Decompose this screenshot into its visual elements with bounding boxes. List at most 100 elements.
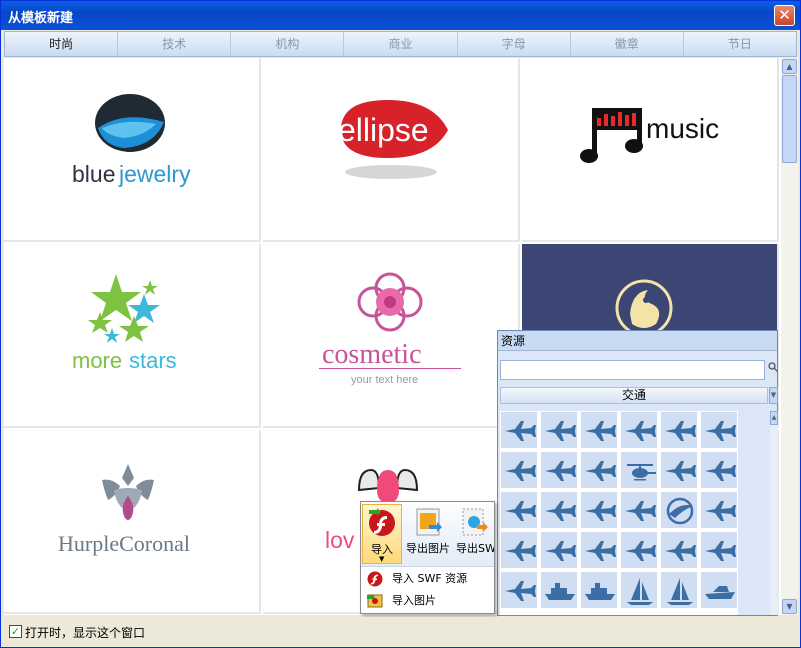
- category-tabs: 时尚 技术 机构 商业 字母 徽章 节日: [4, 31, 797, 57]
- resource-item[interactable]: [620, 571, 658, 609]
- airplane-icon: [705, 541, 736, 561]
- window-title: 从模板新建: [8, 11, 74, 26]
- cosmetic-text: cosmetic: [322, 339, 422, 370]
- resource-item[interactable]: [620, 531, 658, 569]
- resource-item[interactable]: [700, 491, 738, 529]
- tab-organization[interactable]: 机构: [231, 32, 345, 56]
- airplane-icon: [545, 461, 576, 481]
- resource-item[interactable]: [580, 571, 618, 609]
- tab-letters[interactable]: 字母: [458, 32, 571, 56]
- export-swf-button[interactable]: 导出SWF: [454, 504, 494, 564]
- resource-item[interactable]: [540, 491, 578, 529]
- template-ellipse[interactable]: ellipse: [263, 58, 520, 242]
- resource-category-select[interactable]: 交通: [500, 387, 768, 404]
- airline-logo-icon: [666, 497, 694, 525]
- airplane-icon: [705, 501, 736, 521]
- resource-item[interactable]: [620, 451, 658, 489]
- resource-item[interactable]: [620, 491, 658, 529]
- airplane-icon: [625, 501, 656, 521]
- resource-item[interactable]: [580, 451, 618, 489]
- hurplecoronal-logo: HurpleCoronal: [58, 464, 190, 556]
- airplane-icon: [585, 501, 616, 521]
- resource-item[interactable]: [660, 411, 698, 449]
- resource-item[interactable]: [500, 451, 538, 489]
- airplane-icon: [585, 461, 616, 481]
- airplane-icon: [505, 421, 536, 441]
- bluejewelry-text-jewelry: jewelry: [118, 161, 191, 187]
- close-button[interactable]: ✕: [774, 5, 795, 26]
- resource-search-input[interactable]: [500, 360, 765, 380]
- popup-toolbar: 导入 ▼ 导出图片 导出SWF: [361, 502, 494, 567]
- airplane-icon: [545, 421, 576, 441]
- import-popup: 导入 ▼ 导出图片 导出SWF: [360, 501, 495, 614]
- resource-item[interactable]: [700, 571, 738, 609]
- template-morestars[interactable]: more stars: [4, 244, 261, 428]
- tab-technology[interactable]: 技术: [118, 32, 232, 56]
- scroll-thumb[interactable]: [782, 75, 797, 163]
- tab-badges[interactable]: 徽章: [571, 32, 684, 56]
- resource-item[interactable]: [580, 531, 618, 569]
- resource-item[interactable]: [700, 451, 738, 489]
- cosmetic-tagline: your text here: [351, 374, 418, 386]
- show-on-open-checkbox[interactable]: ✓: [9, 625, 22, 638]
- scroll-down-button[interactable]: ▼: [782, 599, 797, 614]
- export-swf-label: 导出SWF: [456, 542, 494, 555]
- resource-item[interactable]: [660, 491, 698, 529]
- airplane-icon: [545, 501, 576, 521]
- resource-item[interactable]: [540, 531, 578, 569]
- export-image-label: 导出图片: [406, 542, 450, 555]
- resource-item[interactable]: [500, 531, 538, 569]
- resource-item[interactable]: [700, 411, 738, 449]
- morestars-logo: more stars: [72, 274, 177, 373]
- resource-item[interactable]: [500, 411, 538, 449]
- resource-item[interactable]: [540, 451, 578, 489]
- tab-business[interactable]: 商业: [344, 32, 458, 56]
- resource-item[interactable]: [660, 531, 698, 569]
- airplane-icon: [705, 421, 736, 441]
- menu-item-import-swf[interactable]: 导入 SWF 资源: [361, 568, 494, 590]
- search-icon[interactable]: [768, 362, 778, 372]
- grid-scrollbar[interactable]: ▲ ▼: [781, 58, 798, 615]
- morestars-text-stars: stars: [129, 348, 177, 373]
- resource-item[interactable]: [580, 491, 618, 529]
- resource-item[interactable]: [500, 491, 538, 529]
- title-bar[interactable]: 从模板新建 ✕: [1, 1, 800, 30]
- resource-item[interactable]: [500, 571, 538, 609]
- template-cosmetic[interactable]: cosmetic your text here: [263, 244, 520, 428]
- chevron-down-icon: ▼: [379, 555, 385, 563]
- ship-icon: [545, 583, 575, 600]
- resource-scrollbar[interactable]: ▲: [770, 411, 778, 615]
- sailboat-icon: [627, 578, 653, 605]
- import-button[interactable]: 导入 ▼: [362, 504, 402, 564]
- resource-item[interactable]: [660, 451, 698, 489]
- template-hurplecoronal[interactable]: HurpleCoronal: [4, 430, 261, 614]
- flash-import-icon: [369, 508, 395, 536]
- bluejewelry-text-blue: blue: [72, 161, 115, 187]
- morestars-text-more: more: [72, 348, 122, 373]
- template-dialog: 从模板新建 ✕ 时尚 技术 机构 商业 字母 徽章 节日 blue jewelr…: [0, 0, 801, 648]
- resource-item[interactable]: [580, 411, 618, 449]
- template-bluejewelry[interactable]: blue jewelry: [4, 58, 261, 242]
- ellipse-logo: ellipse: [338, 100, 448, 179]
- scroll-up-button[interactable]: ▲: [782, 59, 797, 74]
- airplane-icon: [625, 541, 656, 561]
- resource-item[interactable]: [660, 571, 698, 609]
- hurplecoronal-text: HurpleCoronal: [58, 531, 190, 556]
- resource-item[interactable]: [540, 411, 578, 449]
- menu-item-import-image[interactable]: 导入图片: [361, 590, 494, 612]
- resource-scroll-up[interactable]: ▲: [770, 411, 778, 425]
- tab-festivals[interactable]: 节日: [684, 32, 796, 56]
- export-image-button[interactable]: 导出图片: [404, 504, 452, 564]
- resource-item[interactable]: [700, 531, 738, 569]
- category-dropdown-arrow[interactable]: ▼: [769, 387, 778, 404]
- import-image-label: 导入图片: [392, 594, 436, 607]
- airplane-icon: [505, 541, 536, 561]
- airplane-icon: [625, 421, 656, 441]
- airplane-icon: [505, 581, 536, 601]
- show-on-open-label[interactable]: 打开时，显示这个窗口: [25, 624, 145, 641]
- resource-item[interactable]: [620, 411, 658, 449]
- tab-fashion[interactable]: 时尚: [5, 32, 119, 56]
- resource-panel-title[interactable]: 资源: [498, 331, 777, 351]
- template-music[interactable]: music: [522, 58, 779, 242]
- resource-item[interactable]: [540, 571, 578, 609]
